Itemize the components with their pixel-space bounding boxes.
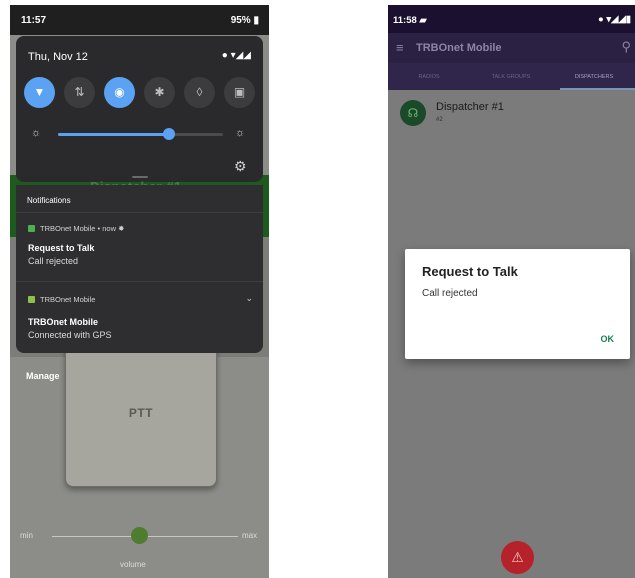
status-bar: 11:58 ▰ ● ▾◢◢▮	[388, 5, 635, 33]
volume-slider-thumb[interactable]	[131, 527, 148, 544]
tab-dispatchers[interactable]: DISPATCHERS	[553, 74, 635, 80]
list-item[interactable]: ☊ Dispatcher #1 #2	[388, 90, 635, 135]
auto-brightness-icon[interactable]: ☼	[235, 127, 245, 139]
quick-settings-date[interactable]: Thu, Nov 12	[28, 51, 88, 63]
signal-icons: ● ▾◢◢	[221, 50, 251, 61]
signal-icons: ● ▾◢◢▮	[598, 14, 631, 25]
notification-heading[interactable]: Request to Talk	[28, 243, 94, 253]
notification-app-name: TRBOnet Mobile • now	[40, 224, 116, 233]
wifi-tile[interactable]: ▼	[24, 77, 55, 108]
gear-icon[interactable]: ⚙	[234, 158, 247, 175]
flashlight-tile[interactable]: ◊	[184, 77, 215, 108]
ptt-label: PTT	[128, 406, 154, 420]
notification-heading[interactable]: TRBOnet Mobile	[28, 317, 98, 327]
status-time: 11:57	[21, 15, 47, 26]
status-time-group: 11:58 ▰	[393, 15, 427, 26]
app-icon	[28, 296, 35, 303]
notification-body: Connected with GPS	[28, 330, 112, 340]
tab-bar: RADIOS TALK GROUPS DISPATCHERS	[388, 63, 635, 90]
status-bar: 11:57 95% ▮	[10, 5, 269, 35]
tab-radios[interactable]: RADIOS	[388, 74, 470, 80]
dialog-message: Call rejected	[422, 288, 478, 299]
manage-notifications-button[interactable]: Manage	[26, 371, 60, 381]
dispatcher-name: Dispatcher #1	[436, 101, 504, 113]
headset-icon: ☊	[400, 100, 426, 126]
ok-button[interactable]: OK	[601, 334, 615, 344]
notifications-heading: Notifications	[27, 196, 71, 205]
dispatcher-id: #2	[436, 117, 443, 123]
battery-indicator: 95% ▮	[231, 15, 259, 26]
bluetooth-icon: ✱	[154, 85, 165, 99]
notification-app-name: TRBOnet Mobile	[40, 295, 96, 304]
alarm-icon: ⚠	[511, 549, 524, 565]
location-tile[interactable]: ◉	[104, 77, 135, 108]
status-time: 11:58	[393, 15, 417, 26]
left-phone-screen: PTT Manage min max volume 11:57 95% ▮ Th…	[10, 5, 269, 578]
app-title: TRBOnet Mobile	[416, 42, 502, 54]
nfc-tile[interactable]: ▣	[224, 77, 255, 108]
brightness-slider-fill	[58, 133, 169, 136]
search-icon[interactable]: ⚲	[621, 39, 631, 55]
notifications-panel: Notifications TRBOnet Mobile • now ✸ Req…	[16, 185, 263, 353]
chevron-down-icon[interactable]: ⌄	[245, 293, 253, 304]
battery-percent: 95%	[230, 15, 251, 26]
tab-talk-groups[interactable]: TALK GROUPS	[470, 74, 552, 80]
right-phone-screen: 11:58 ▰ ● ▾◢◢▮ ≡ TRBOnet Mobile ⚲ RADIOS…	[388, 5, 635, 578]
quick-settings-panel: Thu, Nov 12 ● ▾◢◢ ▼ ⇅ ◉ ✱ ◊ ▣ ☼ ☼ ⚙	[16, 36, 263, 182]
shade-drag-handle[interactable]	[132, 176, 148, 178]
notification-body: Call rejected	[28, 256, 79, 266]
app-bar: ≡ TRBOnet Mobile ⚲	[388, 33, 635, 63]
menu-icon[interactable]: ≡	[396, 40, 404, 55]
brightness-slider-thumb[interactable]	[162, 128, 175, 140]
volume-min-label: min	[20, 531, 33, 540]
wifi-icon: ▼	[33, 85, 46, 99]
dialog-title: Request to Talk	[422, 264, 518, 279]
alert-dialog: Request to Talk Call rejected OK	[405, 249, 630, 359]
data-icon: ⇅	[74, 85, 85, 99]
battery-icon: ▮	[253, 15, 259, 26]
notification-icon: ▰	[419, 15, 427, 26]
mobile-data-tile[interactable]: ⇅	[64, 77, 95, 108]
notification-app-row: TRBOnet Mobile	[28, 295, 95, 304]
volume-caption: volume	[120, 560, 146, 569]
brightness-low-icon: ☼	[31, 127, 42, 139]
emergency-button[interactable]: ⚠	[501, 541, 534, 574]
flashlight-icon: ◊	[196, 85, 203, 99]
alert-icon: ✸	[118, 224, 125, 233]
volume-max-label: max	[242, 531, 258, 540]
bell-icon	[28, 225, 35, 232]
divider	[16, 281, 263, 282]
bluetooth-tile[interactable]: ✱	[144, 77, 175, 108]
divider	[16, 212, 263, 213]
nfc-icon: ▣	[233, 85, 246, 99]
location-icon: ◉	[114, 85, 125, 99]
notification-app-row: TRBOnet Mobile • now ✸	[28, 224, 124, 233]
